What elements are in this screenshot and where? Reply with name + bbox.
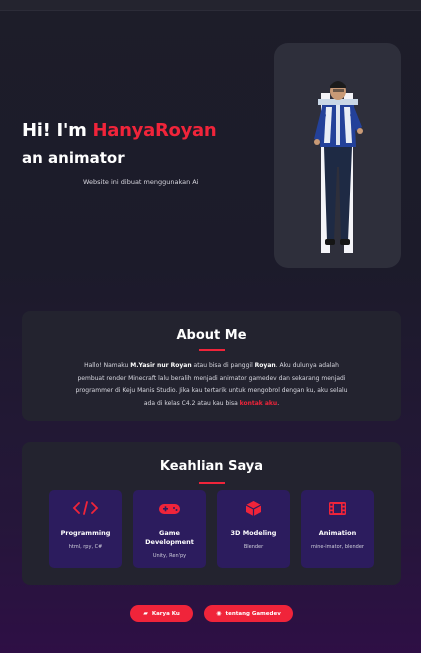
gamepad-icon: [159, 504, 180, 514]
skill-card-animation: Animation mine-imator, blender: [301, 490, 374, 568]
skills-title: Keahlian Saya: [159, 459, 264, 474]
film-icon: [329, 502, 346, 515]
hero-heading: Hi! I'm HanyaRoyan: [22, 120, 217, 141]
skill-tools: mine-imator, blender: [310, 544, 364, 550]
about-title-underline: [198, 349, 225, 351]
about-gamedev-button-label: tentang Gamedev: [225, 610, 281, 617]
top-navigation-bar: [0, 0, 421, 11]
skill-card-game-development: Game Development Unity, Ren'py: [133, 490, 206, 568]
works-button[interactable]: ▰ Karya Ku: [130, 605, 193, 622]
skill-card-programming: Programming html, rpy, C#: [49, 490, 122, 568]
person-photo-illustration: [314, 81, 363, 253]
skill-name: Programming: [60, 529, 111, 537]
hero-role: an animator: [22, 149, 125, 167]
skill-tools: Unity, Ren'py: [152, 553, 187, 559]
skill-card-3d-modeling: 3D Modeling Blender: [217, 490, 290, 568]
contact-link[interactable]: kontak aku: [240, 400, 278, 407]
about-section: About Me Hallo! Namaku M.Yasir nur Royan…: [22, 311, 401, 421]
about-title: About Me: [176, 328, 247, 343]
skill-name: 3D Modeling: [230, 529, 277, 537]
gamepad-icon: ◉: [216, 610, 222, 617]
works-button-label: Karya Ku: [151, 610, 180, 617]
skill-tools: Blender: [243, 544, 264, 550]
cube-icon: [245, 501, 262, 516]
about-gamedev-button[interactable]: ◉ tentang Gamedev: [204, 605, 293, 622]
skills-section: Keahlian Saya Programming html, rpy, C# …: [22, 442, 401, 585]
skill-name: Animation: [318, 529, 357, 537]
about-paragraph: Hallo! Namaku M.Yasir nur Royan atau bis…: [75, 362, 348, 407]
code-icon: [72, 501, 99, 515]
folder-icon: ▰: [143, 610, 148, 617]
skill-tools: html, rpy, C#: [68, 544, 103, 550]
hero-note: Website ini dibuat menggunakan Ai: [83, 178, 199, 186]
profile-photo: [274, 43, 401, 268]
skills-title-underline: [198, 482, 225, 484]
skill-name: Game Development: [145, 529, 194, 546]
hero-name: HanyaRoyan: [92, 120, 217, 141]
